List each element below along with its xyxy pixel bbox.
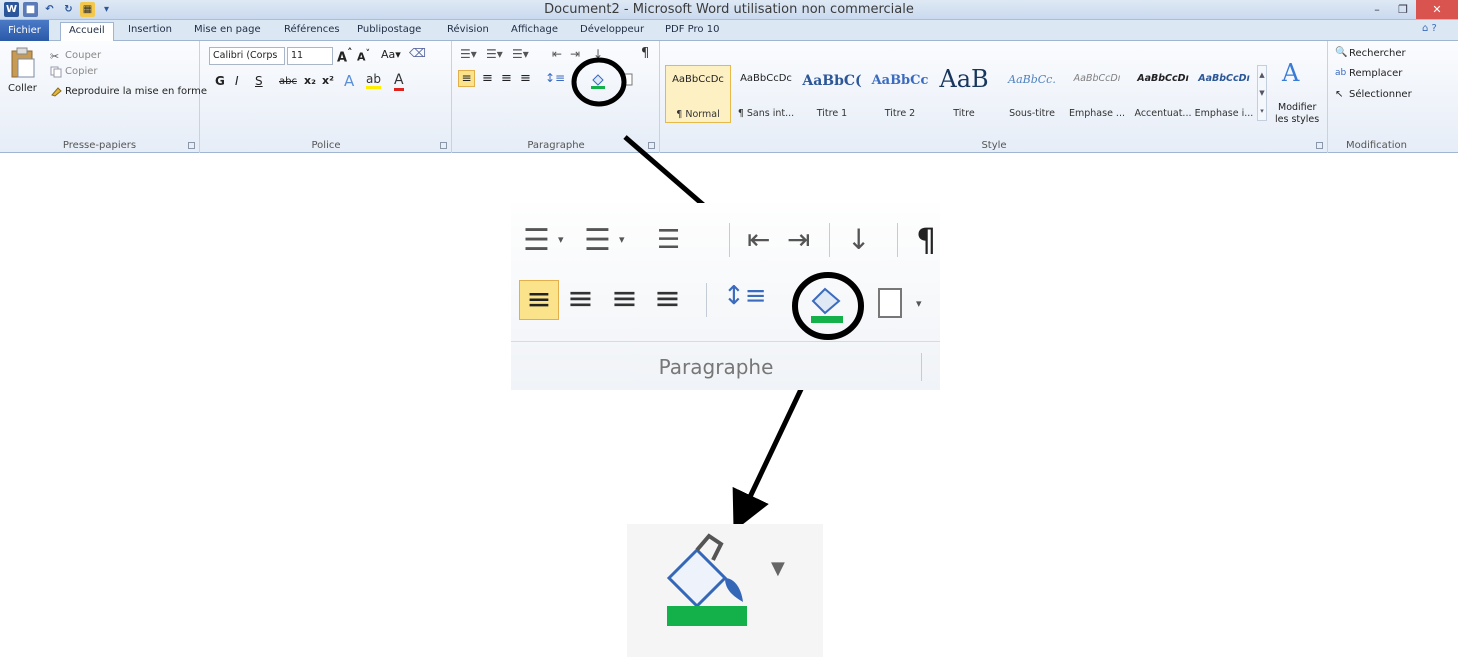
zoom-highlight-circle bbox=[792, 272, 864, 340]
zoom-increase-indent-icon: ⇥ bbox=[787, 223, 811, 256]
zoom-align-left-icon: ≡ bbox=[519, 280, 559, 320]
zoom-dropdown-icon: ▾ bbox=[558, 233, 564, 246]
divider bbox=[511, 341, 940, 342]
separator bbox=[729, 223, 730, 257]
zoom-numbering-icon: ☰ bbox=[584, 223, 611, 258]
zoom-align-center-icon: ≡ bbox=[567, 279, 594, 317]
shading-dropdown-icon: ▼ bbox=[771, 558, 785, 579]
shading-color-bar bbox=[667, 606, 747, 626]
zoom-show-marks-icon: ¶ bbox=[916, 221, 937, 259]
paragraph-zoom: ☰ ▾ ☰ ▾ ☰ ⇤ ⇥ ↓ ¶ ≡ ≡ ≡ ≡ ↕≡ ▾ Paragraph… bbox=[511, 203, 940, 390]
zoom-align-right-icon: ≡ bbox=[611, 279, 638, 317]
separator bbox=[829, 223, 830, 257]
zoom-dropdown-icon: ▾ bbox=[619, 233, 625, 246]
zoom-paragraph-label: Paragraphe bbox=[658, 355, 774, 379]
zoom-line-spacing-icon: ↕≡ bbox=[723, 281, 767, 311]
zoom-multilevel-icon: ☰ bbox=[657, 225, 681, 255]
zoom-dropdown-icon: ▾ bbox=[916, 297, 922, 310]
separator bbox=[897, 223, 898, 257]
zoom-sort-icon: ↓ bbox=[847, 223, 871, 256]
zoom-decrease-indent-icon: ⇤ bbox=[747, 223, 771, 256]
paint-bucket-icon bbox=[666, 533, 747, 626]
separator bbox=[921, 353, 922, 381]
separator bbox=[706, 283, 707, 317]
zoom-border-icon bbox=[878, 288, 902, 318]
zoom-bullets-icon: ☰ bbox=[523, 223, 550, 258]
shading-zoom: ▼ bbox=[627, 524, 823, 657]
zoom-justify-icon: ≡ bbox=[654, 279, 681, 317]
